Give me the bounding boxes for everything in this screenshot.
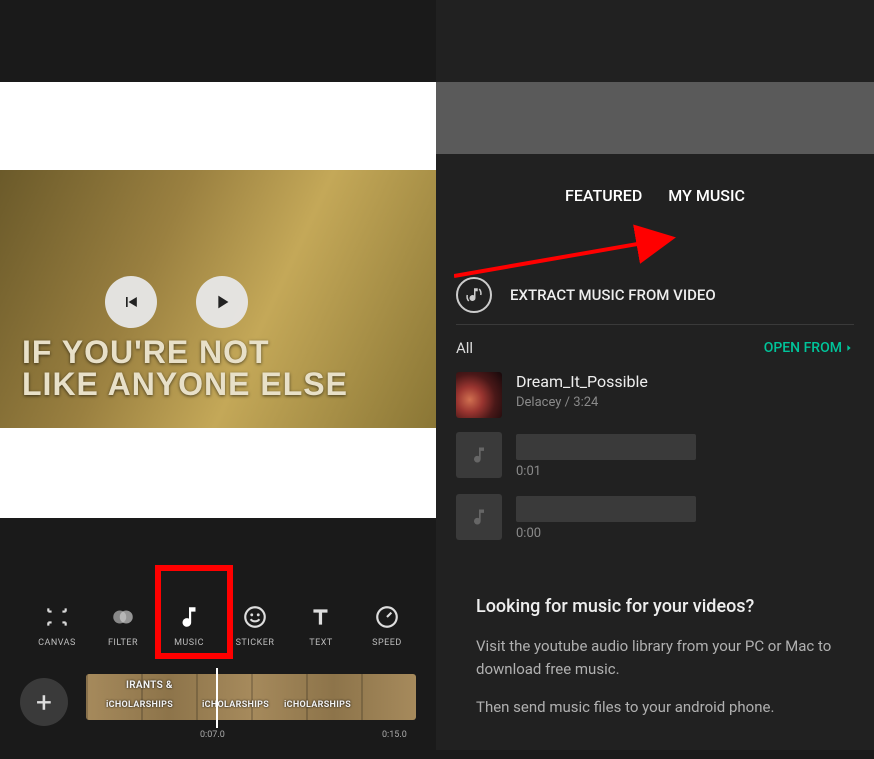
tool-label: FILTER bbox=[108, 638, 138, 648]
speed-tool[interactable]: SPEED bbox=[354, 602, 420, 648]
extract-label: EXTRACT MUSIC FROM VIDEO bbox=[510, 286, 716, 304]
info-title: Looking for music for your videos? bbox=[476, 596, 834, 617]
track-subtitle: Delacey / 3:24 bbox=[516, 395, 854, 410]
playhead[interactable] bbox=[216, 668, 218, 728]
music-note-icon bbox=[469, 507, 489, 527]
extract-music-row[interactable]: EXTRACT MUSIC FROM VIDEO bbox=[456, 272, 854, 318]
extract-music-icon bbox=[456, 277, 492, 313]
info-body: Visit the youtube audio library from you… bbox=[476, 635, 834, 719]
clip-title: IRANTS & bbox=[126, 680, 173, 691]
play-icon bbox=[211, 291, 233, 313]
track-thumbnail-placeholder bbox=[456, 432, 502, 478]
tab-my-music[interactable]: MY MUSIC bbox=[668, 186, 745, 226]
track-row[interactable]: Dream_It_Possible Delacey / 3:24 bbox=[456, 372, 854, 418]
canvas-tool[interactable]: CANVAS bbox=[24, 602, 90, 648]
music-right-panel: FEATURED MY MUSIC EXTRACT MUSIC FROM VID… bbox=[436, 0, 874, 750]
text-tool[interactable]: TEXT bbox=[288, 602, 354, 648]
clip-text: iCHOLARSHIPS bbox=[106, 700, 173, 710]
track-time: 0:00 bbox=[516, 526, 854, 541]
all-row: All OPEN FROM bbox=[456, 334, 854, 362]
previous-button[interactable] bbox=[105, 276, 157, 328]
skip-previous-icon bbox=[121, 292, 141, 312]
track-thumbnail bbox=[456, 372, 502, 418]
filter-icon bbox=[108, 602, 138, 632]
track-title: Dream_It_Possible bbox=[516, 372, 854, 391]
all-label: All bbox=[456, 339, 473, 357]
music-note-icon bbox=[469, 445, 489, 465]
chevron-right-icon bbox=[844, 342, 854, 354]
track-loading-bar bbox=[516, 496, 696, 522]
right-top-strip bbox=[436, 82, 874, 154]
info-paragraph: Then send music files to your android ph… bbox=[476, 696, 834, 719]
track-thumbnail-placeholder bbox=[456, 494, 502, 540]
plus-icon: + bbox=[36, 686, 52, 719]
track-row[interactable]: 0:01 bbox=[456, 432, 854, 479]
overlay-line2: LIKE ANYONE ELSE bbox=[22, 368, 348, 400]
text-icon bbox=[306, 602, 336, 632]
editor-left-panel: IF YOU'RE NOT LIKE ANYONE ELSE CANVAS FI… bbox=[0, 0, 436, 750]
music-tabs: FEATURED MY MUSIC bbox=[436, 186, 874, 226]
tab-featured[interactable]: FEATURED bbox=[565, 186, 642, 226]
time-marker: 0:15.0 bbox=[382, 730, 407, 740]
tool-label: SPEED bbox=[372, 638, 402, 648]
tool-label: TEXT bbox=[309, 638, 333, 648]
clip-strip[interactable]: IRANTS & iCHOLARSHIPS iCHOLARSHIPS iCHOL… bbox=[86, 674, 416, 720]
time-marker: 0:07.0 bbox=[200, 730, 225, 740]
video-preview-area: IF YOU'RE NOT LIKE ANYONE ELSE bbox=[0, 82, 436, 518]
track-row[interactable]: 0:00 bbox=[456, 494, 854, 541]
info-paragraph: Visit the youtube audio library from you… bbox=[476, 635, 834, 680]
track-loading-bar bbox=[516, 434, 696, 460]
add-clip-button[interactable]: + bbox=[20, 678, 68, 726]
video-overlay-text: IF YOU'RE NOT LIKE ANYONE ELSE bbox=[22, 336, 348, 400]
filter-tool[interactable]: FILTER bbox=[90, 602, 156, 648]
divider bbox=[456, 324, 854, 325]
tool-label: STICKER bbox=[236, 638, 275, 648]
info-card: Looking for music for your videos? Visit… bbox=[456, 572, 854, 759]
open-from-label: OPEN FROM bbox=[764, 340, 842, 356]
clip-text: iCHOLARSHIPS bbox=[284, 700, 351, 710]
track-time: 0:01 bbox=[516, 464, 854, 479]
video-frame[interactable]: IF YOU'RE NOT LIKE ANYONE ELSE bbox=[0, 170, 436, 428]
timeline[interactable]: + IRANTS & iCHOLARSHIPS iCHOLARSHIPS iCH… bbox=[0, 668, 436, 750]
tool-label: CANVAS bbox=[38, 638, 76, 648]
clip-text: iCHOLARSHIPS bbox=[202, 700, 269, 710]
speed-icon bbox=[372, 602, 402, 632]
overlay-line1: IF YOU'RE NOT bbox=[22, 336, 348, 368]
highlight-box-music bbox=[155, 565, 233, 659]
sticker-icon bbox=[240, 602, 270, 632]
canvas-icon bbox=[42, 602, 72, 632]
open-from-button[interactable]: OPEN FROM bbox=[764, 340, 854, 356]
play-button[interactable] bbox=[196, 276, 248, 328]
